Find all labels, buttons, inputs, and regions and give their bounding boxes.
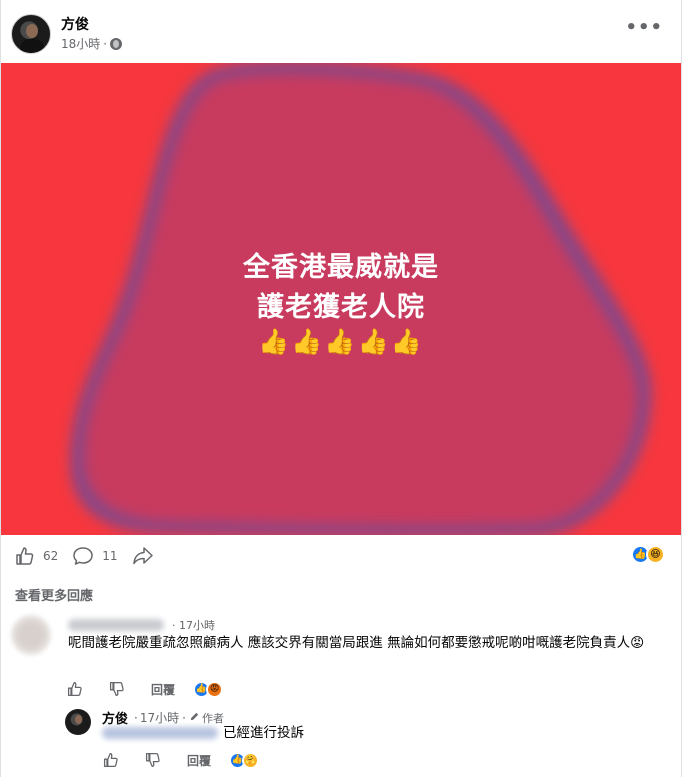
commenter-avatar[interactable] <box>11 615 51 655</box>
reply-mention-blurred[interactable] <box>102 727 218 739</box>
comment-text: 呢間護老院嚴重疏忽照顧病人 應該交界有關當局跟進 無論如何都要懲戒呢啲咁嘅護老院… <box>68 635 645 651</box>
share-button[interactable] <box>132 546 154 566</box>
care-reaction-icon: 🤗 <box>242 751 260 769</box>
post-header-text: 方俊 18小時 · <box>61 16 123 52</box>
share-icon <box>132 547 153 565</box>
thumbs-up-icon <box>67 681 82 697</box>
reply-header: 方俊 · 17小時 · 作者 <box>102 708 224 728</box>
comment-button[interactable]: 11 <box>72 546 118 566</box>
reply-time[interactable]: 17小時 <box>140 709 179 726</box>
reply-reply-button[interactable]: 回覆 <box>187 752 211 769</box>
comment-toolbar: 回覆 👍 😡 <box>67 679 224 699</box>
reply-separator: · <box>134 710 138 725</box>
post-reactions-summary[interactable]: 👍 😆 <box>631 545 665 564</box>
thumbs-up-icon <box>103 752 118 768</box>
more-options-button[interactable]: ••• <box>625 18 663 38</box>
post-header: 方俊 18小時 · <box>11 12 123 56</box>
comment-time[interactable]: · 17小時 <box>172 617 215 633</box>
reply-text: 已經進行投訴 <box>223 725 304 741</box>
commenter-name-blurred[interactable] <box>68 619 164 631</box>
reply-reactions[interactable]: 👍 🤗 <box>229 751 260 769</box>
comment-reactions[interactable]: 👍 😡 <box>193 680 224 698</box>
thumbs-up-icon <box>16 547 34 565</box>
post-card: 方俊 18小時 · ••• 全香港最威就是 護老獲老人院 👍👍👍👍👍 62 11… <box>0 0 682 777</box>
angry-reaction-icon: 😡 <box>206 680 224 698</box>
thumbs-down-icon <box>109 681 124 697</box>
image-thumbs-emojis: 👍👍👍👍👍 <box>258 327 424 356</box>
pen-icon <box>189 711 200 725</box>
post-time[interactable]: 18小時 <box>61 36 100 52</box>
comment-icon <box>73 547 94 565</box>
author-name[interactable]: 方俊 <box>61 16 122 34</box>
see-more-comments-link[interactable]: 查看更多回應 <box>15 585 93 604</box>
haha-reaction-icon: 😆 <box>646 545 665 564</box>
reply-dislike-button[interactable] <box>145 752 161 768</box>
reply-author-avatar[interactable] <box>65 709 91 735</box>
post-meta: 18小時 · <box>61 36 123 52</box>
author-avatar[interactable] <box>11 14 51 54</box>
comment-reply-button[interactable]: 回覆 <box>151 681 175 698</box>
image-text-line-1: 全香港最威就是 <box>243 252 439 283</box>
post-action-bar: 62 11 <box>15 543 168 569</box>
like-button[interactable]: 62 <box>15 546 58 566</box>
reply-like-button[interactable] <box>103 752 119 768</box>
reply-author-name[interactable]: 方俊 <box>102 708 128 727</box>
globe-icon <box>110 38 123 50</box>
post-image[interactable]: 全香港最威就是 護老獲老人院 👍👍👍👍👍 <box>1 63 681 535</box>
comment-dislike-button[interactable] <box>109 681 125 697</box>
likes-count[interactable]: 62 <box>43 549 58 563</box>
comment-like-button[interactable] <box>67 681 83 697</box>
image-text-line-2: 護老獲老人院 <box>257 292 425 323</box>
author-badge: 作者 <box>201 711 224 725</box>
reply-separator-2: · <box>182 710 186 725</box>
comments-count[interactable]: 11 <box>102 549 117 563</box>
comment-time-value: 17小時 <box>179 619 215 632</box>
meta-separator: · <box>103 37 108 51</box>
thumbs-down-icon <box>145 752 160 768</box>
reply-toolbar: 回覆 👍 🤗 <box>103 750 260 770</box>
comment-time-sep: · <box>172 619 179 632</box>
